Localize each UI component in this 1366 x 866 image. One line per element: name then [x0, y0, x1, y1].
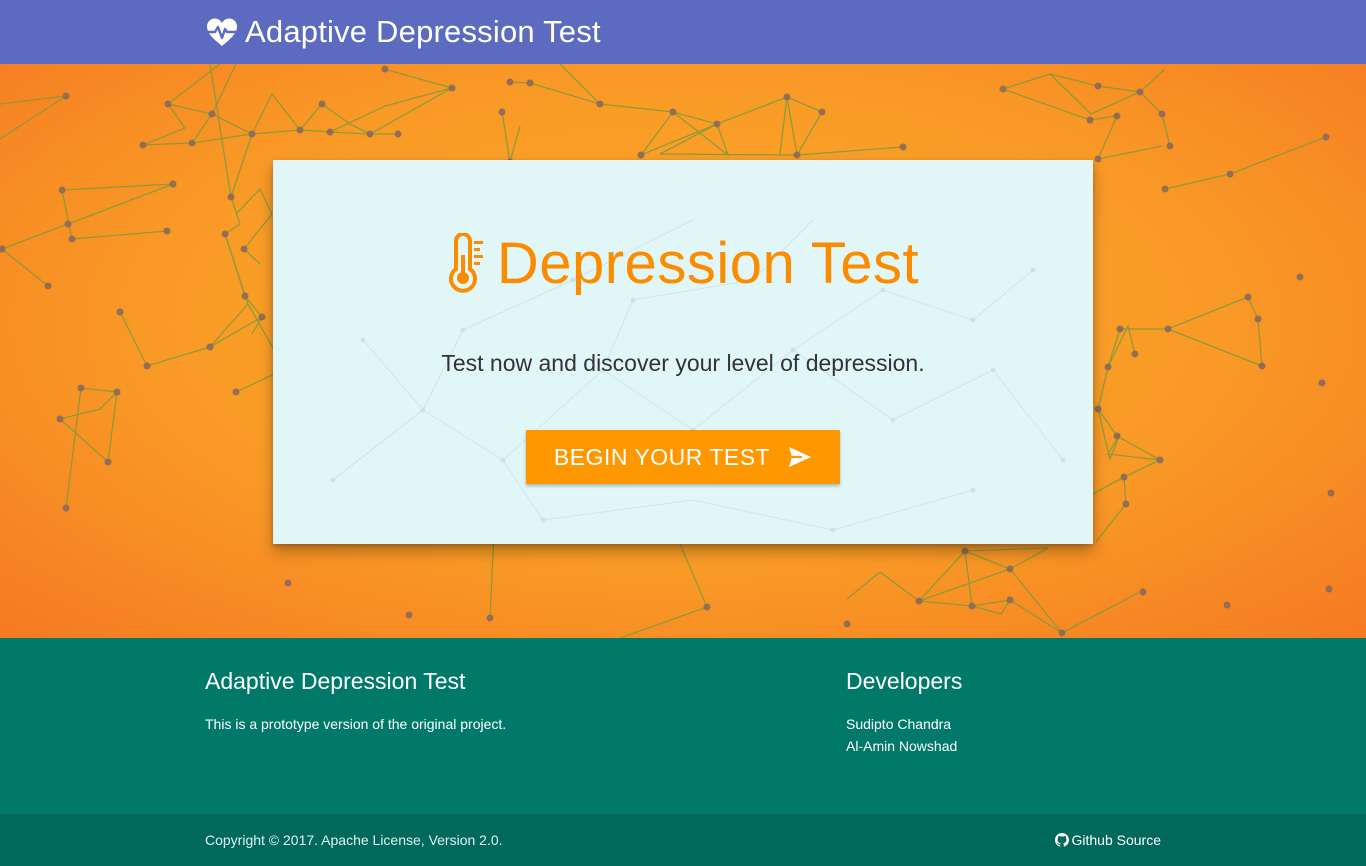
brand-title: Adaptive Depression Test — [245, 14, 601, 49]
github-source-label: Github Source — [1071, 832, 1162, 848]
footer-copyright-bar: Copyright © 2017. Apache License, Versio… — [0, 814, 1366, 866]
hero-section: Depression Test Test now and discover yo… — [0, 64, 1366, 638]
footer-about-text: This is a prototype version of the origi… — [205, 716, 507, 732]
brand-link[interactable]: Adaptive Depression Test — [205, 0, 601, 64]
footer-about-title: Adaptive Depression Test — [205, 668, 466, 694]
test-card: Depression Test Test now and discover yo… — [273, 160, 1093, 544]
top-navbar: Adaptive Depression Test — [0, 0, 1366, 64]
developer-name: Sudipto Chandra — [846, 716, 952, 732]
copyright-text: Copyright © 2017. Apache License, Versio… — [205, 832, 503, 848]
begin-test-label: BEGIN YOUR TEST — [553, 443, 771, 470]
developer-name: Al-Amin Nowshad — [846, 738, 958, 754]
footer-developers: Developers Sudipto Chandra Al-Amin Nowsh… — [846, 668, 962, 757]
github-icon — [1054, 833, 1069, 847]
developer-list: Sudipto Chandra Al-Amin Nowshad — [846, 713, 962, 757]
github-source-link[interactable]: Github Source — [1054, 832, 1162, 848]
footer-about: Adaptive Depression Test This is a proto… — [205, 668, 506, 735]
send-icon — [789, 447, 812, 467]
begin-test-button[interactable]: BEGIN YOUR TEST — [526, 430, 840, 484]
thermometer-icon — [448, 232, 483, 293]
card-subtitle: Test now and discover your level of depr… — [441, 350, 925, 376]
heartbeat-icon — [206, 18, 238, 46]
card-title-text: Depression Test — [496, 231, 920, 296]
footer-developers-title: Developers — [846, 668, 963, 694]
card-title: Depression Test — [273, 230, 1093, 297]
